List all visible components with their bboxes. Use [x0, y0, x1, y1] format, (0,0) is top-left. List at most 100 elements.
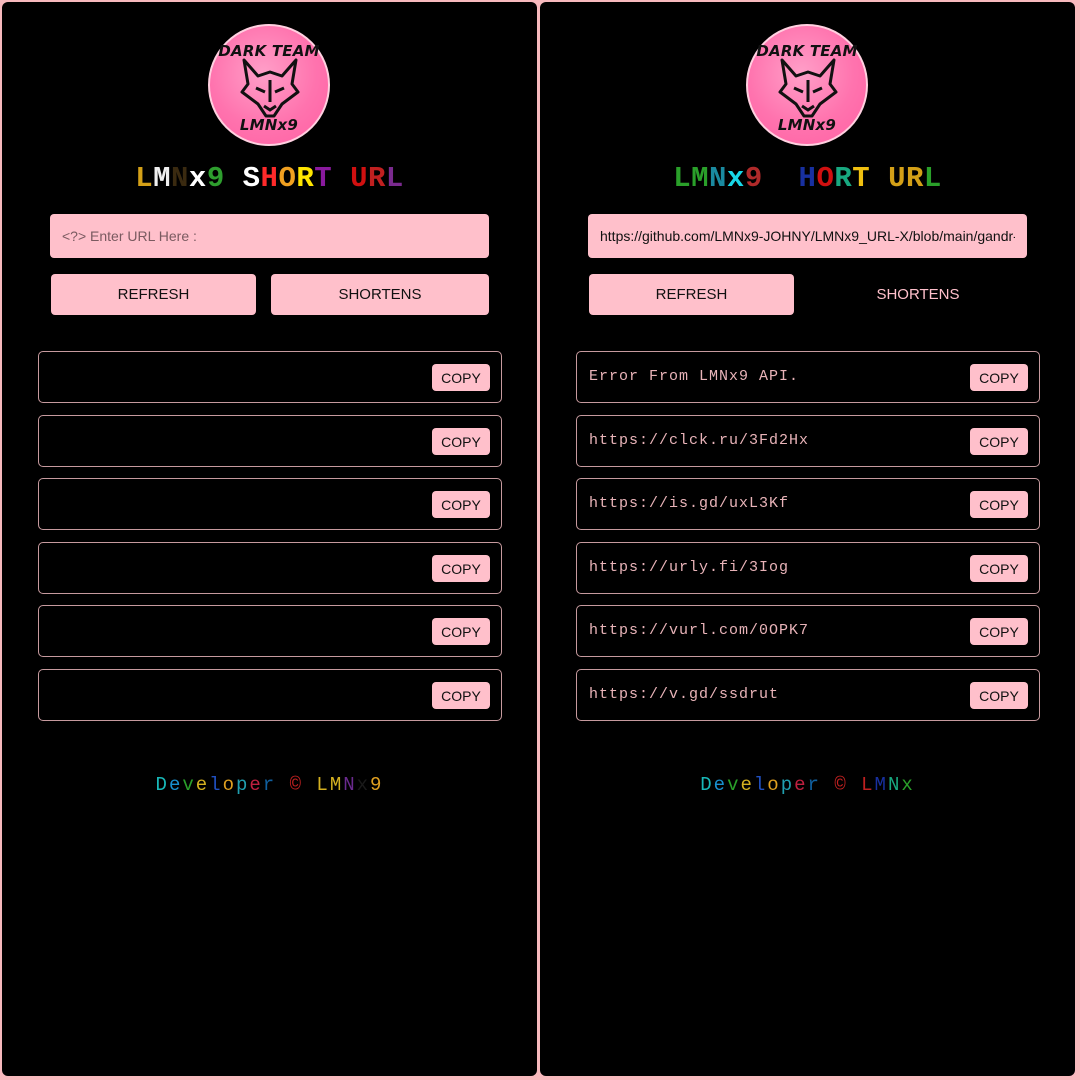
title-letter: R	[834, 162, 853, 195]
copy-button[interactable]: COPY	[432, 491, 490, 518]
footer-letter: D	[155, 774, 169, 796]
footer-letter: M	[329, 774, 344, 796]
copy-button[interactable]: COPY	[432, 555, 490, 582]
title-letter: N	[171, 162, 189, 195]
title-letter: O	[816, 162, 835, 195]
phone-screen-right: DARK TEAM LMNx9 LMNx9 SHORT URL REFRESH …	[540, 2, 1075, 1076]
result-row: COPY	[38, 415, 502, 467]
result-row: COPY	[38, 542, 502, 594]
footer-letter	[303, 774, 316, 796]
title-letter: N	[709, 162, 727, 195]
result-row: COPY	[38, 351, 502, 403]
footer-letter: e	[168, 774, 183, 796]
app-title: LMNx9 SHORT URL	[540, 162, 1075, 202]
result-url: Error From LMNx9 API.	[589, 368, 800, 385]
copy-button[interactable]: COPY	[432, 364, 490, 391]
title-letter: L	[923, 162, 942, 195]
result-row: https://v.gd/ssdrut COPY	[576, 669, 1040, 721]
url-input[interactable]	[588, 214, 1027, 258]
footer-letter: v	[182, 774, 196, 796]
copy-button[interactable]: COPY	[432, 682, 490, 709]
copy-button[interactable]: COPY	[970, 364, 1028, 391]
title-letter: S	[780, 162, 799, 195]
footer-letter: o	[767, 774, 781, 796]
result-row: COPY	[38, 669, 502, 721]
url-input[interactable]	[50, 214, 489, 258]
footer-letter: M	[874, 774, 888, 796]
logo-bottom-text: LMNx9	[239, 116, 299, 134]
title-letter: U	[350, 162, 368, 195]
footer-letter: N	[343, 774, 357, 796]
title-letter: M	[691, 162, 710, 195]
footer-letter: v	[727, 774, 741, 796]
title-letter: x	[188, 162, 207, 195]
screenshot-canvas: DARK TEAM LMNx9 LMNx9 SHORT URL REFRESH …	[0, 0, 1080, 1080]
title-letter: R	[367, 162, 386, 195]
footer-letter: D	[700, 774, 714, 796]
footer-letter: 9	[370, 774, 384, 796]
result-url: https://vurl.com/0OPK7	[589, 622, 810, 639]
copy-button[interactable]: COPY	[432, 618, 490, 645]
team-logo: DARK TEAM LMNx9	[208, 24, 330, 146]
result-row: Error From LMNx9 API. COPY	[576, 351, 1040, 403]
result-row: COPY	[38, 478, 502, 530]
result-row: https://is.gd/uxL3Kf COPY	[576, 478, 1040, 530]
copy-button[interactable]: COPY	[970, 491, 1028, 518]
footer-letter: l	[753, 774, 768, 796]
title-letter: T	[852, 162, 871, 195]
copy-button[interactable]: COPY	[970, 618, 1028, 645]
result-row: https://clck.ru/3Fd2Hx COPY	[576, 415, 1040, 467]
result-row: https://urly.fi/3Iog COPY	[576, 542, 1040, 594]
title-letter: L	[673, 162, 692, 195]
title-letter: 9	[206, 162, 225, 195]
developer-credit: Developer © LMNx9	[2, 774, 537, 796]
wolf-icon	[240, 58, 300, 118]
title-letter: T	[314, 162, 333, 195]
title-letter: U	[888, 162, 906, 195]
result-url: https://clck.ru/3Fd2Hx	[589, 432, 810, 449]
footer-letter: e	[249, 774, 263, 796]
title-letter	[225, 162, 243, 195]
footer-letter: x	[356, 774, 371, 796]
shortens-button[interactable]: SHORTENS	[271, 274, 489, 315]
result-url: https://v.gd/ssdrut	[589, 686, 780, 703]
footer-letter: e	[713, 774, 728, 796]
refresh-button[interactable]: REFRESH	[589, 274, 794, 315]
copy-button[interactable]: COPY	[970, 555, 1028, 582]
app-title: LMNx9 SHORT URL	[2, 162, 537, 202]
footer-letter: l	[209, 774, 223, 796]
footer-letter: o	[222, 774, 236, 796]
footer-letter: r	[807, 774, 821, 796]
copy-button[interactable]: COPY	[432, 428, 490, 455]
logo-bottom-text: LMNx9	[777, 116, 837, 134]
title-letter: S	[242, 162, 261, 195]
title-letter	[332, 162, 350, 195]
footer-letter: p	[780, 774, 795, 796]
footer-letter: ©	[289, 774, 304, 796]
footer-letter	[821, 774, 834, 796]
title-letter: 9	[744, 162, 763, 195]
footer-letter	[848, 774, 861, 796]
result-url: https://is.gd/uxL3Kf	[589, 495, 790, 512]
title-letter: L	[385, 162, 404, 195]
title-letter: L	[135, 162, 154, 195]
shortens-button[interactable]: SHORTENS	[809, 274, 1027, 315]
footer-letter: L	[316, 774, 330, 796]
title-letter: H	[260, 162, 279, 195]
copy-button[interactable]: COPY	[970, 428, 1028, 455]
footer-letter: x	[901, 774, 915, 796]
footer-letter: e	[740, 774, 754, 796]
refresh-button[interactable]: REFRESH	[51, 274, 256, 315]
footer-letter: r	[262, 774, 277, 796]
copy-button[interactable]: COPY	[970, 682, 1028, 709]
footer-letter: ©	[834, 774, 848, 796]
footer-letter: e	[794, 774, 808, 796]
result-row: COPY	[38, 605, 502, 657]
title-letter: O	[278, 162, 297, 195]
title-letter: H	[798, 162, 817, 195]
team-logo: DARK TEAM LMNx9	[746, 24, 868, 146]
phone-screen-left: DARK TEAM LMNx9 LMNx9 SHORT URL REFRESH …	[2, 2, 537, 1076]
footer-letter: e	[195, 774, 210, 796]
result-url: https://urly.fi/3Iog	[589, 559, 790, 576]
footer-letter	[276, 774, 289, 796]
